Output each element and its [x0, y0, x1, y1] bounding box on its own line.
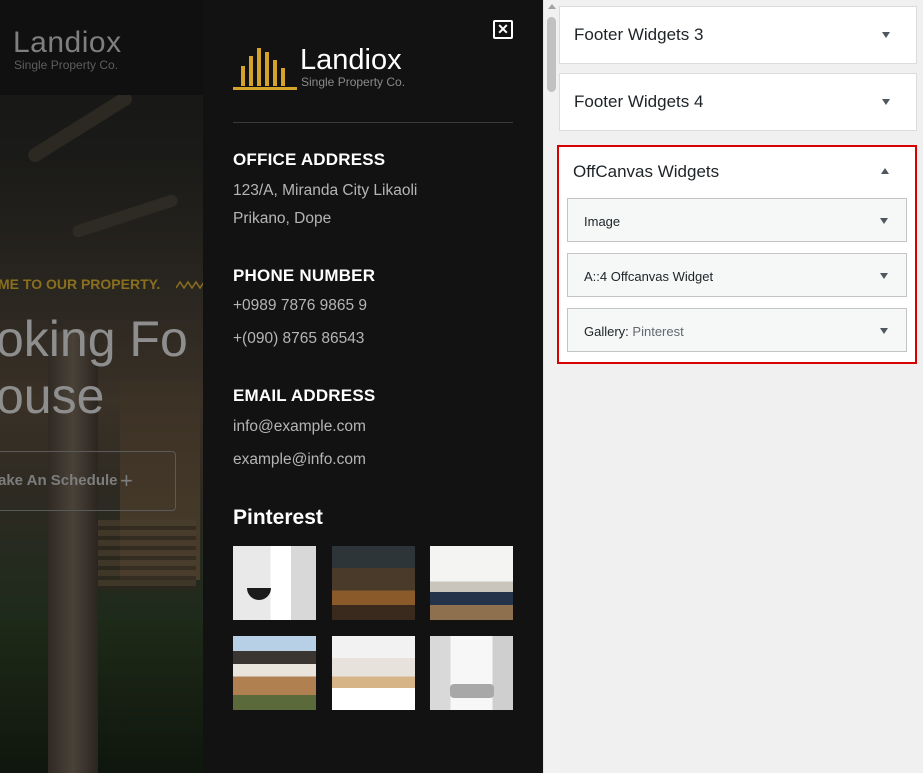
hero-subtitle: ME TO OUR PROPERTY.	[0, 276, 161, 292]
gallery-thumbnail-bathroom[interactable]	[233, 546, 316, 620]
widget-title: Image	[584, 214, 620, 229]
email-link[interactable]: info@example.com	[233, 418, 366, 436]
schedule-button-label: ake An Schedule	[0, 472, 118, 489]
chevron-down-icon[interactable]	[880, 273, 888, 279]
gallery-thumbnail-dining-area[interactable]	[430, 546, 513, 620]
widget-image[interactable]: Image	[567, 198, 907, 242]
scroll-thumb[interactable]	[547, 17, 556, 92]
divider	[233, 122, 513, 123]
widget-gallery[interactable]: Gallery: Pinterest	[567, 308, 907, 352]
offcanvas-logo-name[interactable]: Landiox	[300, 44, 402, 77]
lawn	[0, 620, 203, 773]
section-offcanvas-widgets: OffCanvas Widgets Image A::4 Offcanvas W…	[559, 147, 915, 362]
office-address-line: 123/A, Miranda City Likaoli	[233, 182, 418, 199]
chevron-down-icon	[882, 99, 890, 105]
widget-title-text: Image	[584, 214, 621, 229]
office-address-line: Prikano, Dope	[233, 210, 332, 227]
hero-headline-line2: ouse	[0, 368, 105, 424]
section-footer-widgets-4[interactable]: Footer Widgets 4	[559, 73, 917, 131]
gallery-thumbnail-living-room[interactable]	[430, 636, 513, 710]
site-preview: Landiox Single Property Co. ME TO OUR PR…	[0, 0, 543, 773]
section-title[interactable]: OffCanvas Widgets	[573, 162, 719, 182]
site-header: Landiox Single Property Co.	[0, 0, 203, 95]
widget-title: A::4 Offcanvas Widget	[584, 269, 713, 284]
phone-number-link[interactable]: +(090) 8765 86543	[233, 330, 364, 348]
office-address-heading: OFFICE ADDRESS	[233, 150, 386, 169]
squiggle-icon	[176, 280, 203, 290]
email-address-heading: EMAIL ADDRESS	[233, 386, 376, 405]
widget-title-text: A::4 Offcanvas Widget	[584, 269, 714, 284]
stairs	[96, 520, 196, 590]
plus-icon: +	[120, 468, 133, 493]
close-icon[interactable]: ✕	[493, 20, 513, 39]
widget-title-text: Gallery:	[584, 324, 629, 339]
widget-title: Gallery: Pinterest	[584, 324, 684, 339]
chevron-up-icon[interactable]	[881, 168, 889, 174]
preview-scrollbar[interactable]	[543, 0, 559, 773]
offcanvas-logo-tagline: Single Property Co.	[301, 75, 406, 89]
phone-number-link[interactable]: +0989 7876 9865 9	[233, 297, 367, 315]
customizer-sidebar: Footer Widgets 3 Footer Widgets 4 OffCan…	[557, 0, 923, 773]
section-footer-widgets-3[interactable]: Footer Widgets 3	[559, 6, 917, 64]
chevron-down-icon[interactable]	[880, 218, 888, 224]
email-link[interactable]: example@info.com	[233, 451, 366, 469]
chevron-down-icon[interactable]	[880, 328, 888, 334]
widget-subtitle: Pinterest	[632, 324, 684, 339]
scroll-up-icon[interactable]	[548, 4, 556, 9]
phone-number-heading: PHONE NUMBER	[233, 266, 376, 285]
hero-background: Landiox Single Property Co. ME TO OUR PR…	[0, 0, 203, 773]
site-logo-name[interactable]: Landiox	[13, 26, 122, 60]
tree-branch	[70, 193, 180, 239]
section-title: Footer Widgets 4	[574, 92, 704, 111]
pinterest-heading: Pinterest	[233, 506, 323, 529]
tree-branch	[25, 89, 135, 165]
gallery-thumbnail-house-exterior[interactable]	[233, 636, 316, 710]
section-title: Footer Widgets 3	[574, 25, 704, 44]
offcanvas-panel: ✕ Landiox Single Property Co. OFFICE ADD…	[203, 0, 543, 773]
chevron-down-icon	[882, 32, 890, 38]
building-logo-icon	[233, 48, 297, 90]
site-logo-tagline: Single Property Co.	[14, 58, 119, 72]
widget-offcanvas[interactable]: A::4 Offcanvas Widget	[567, 253, 907, 297]
gallery-thumbnail-kitchen[interactable]	[332, 636, 415, 710]
gallery-thumbnail-dining-room[interactable]	[332, 546, 415, 620]
